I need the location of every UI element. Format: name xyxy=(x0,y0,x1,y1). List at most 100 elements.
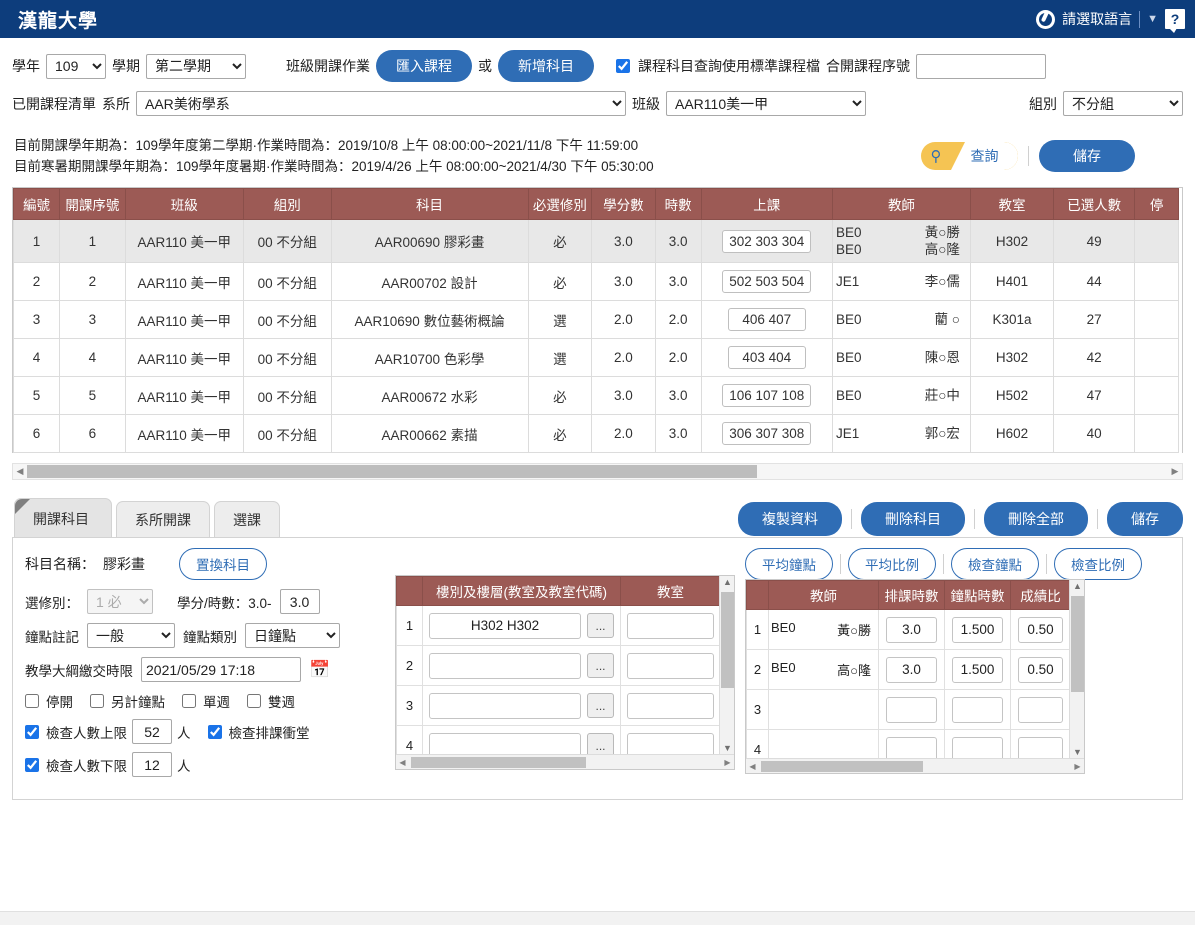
average-ratio-button[interactable]: 平均比例 xyxy=(848,547,936,580)
check-min-checkbox[interactable] xyxy=(25,757,39,772)
table-row[interactable]: 6 6 AAR110 美一甲 00 不分組 AAR00662 素描必 2.0 3.0 306 … xyxy=(13,414,1179,453)
year-select[interactable]: 109 xyxy=(46,53,106,79)
pay-hours-input[interactable] xyxy=(952,736,1003,758)
suspend-checkbox[interactable] xyxy=(25,694,39,708)
room-code-input[interactable] xyxy=(627,652,714,679)
chevron-down-icon[interactable]: ▼ xyxy=(1147,13,1158,25)
time-input[interactable]: 306 307 308 xyxy=(722,422,812,445)
check-ratio-button[interactable]: 檢查比例 xyxy=(1054,547,1142,580)
hour-type-select[interactable]: 日鐘點 xyxy=(245,623,340,648)
building-picker-button[interactable]: ... xyxy=(587,693,614,718)
building-input[interactable] xyxy=(429,692,581,719)
room-table-vscrollbar[interactable]: ▲ ▼ xyxy=(719,576,734,754)
time-input[interactable]: 302 303 304 xyxy=(722,229,812,253)
import-course-button[interactable]: 匯入課程 xyxy=(376,50,472,82)
room-scroll-left-icon[interactable]: ◀ xyxy=(396,758,409,767)
joint-course-seq-input[interactable] xyxy=(916,53,1046,79)
table-row[interactable]: 4 4 AAR110 美一甲 00 不分組 AAR10700 色彩學選 2.0 2.0 403… xyxy=(13,338,1179,377)
cell-time[interactable]: 502 503 504 xyxy=(700,262,833,301)
teacher-hscroll-track[interactable] xyxy=(759,760,1071,772)
teacher-table-hscrollbar[interactable]: ◀ ▶ xyxy=(746,758,1084,773)
room-row[interactable]: 4... xyxy=(396,725,721,754)
room-hscroll-track[interactable] xyxy=(409,756,721,768)
tab-1[interactable]: 開課科目 xyxy=(14,498,112,537)
course-table-hscrollbar[interactable]: ◀ ▶ xyxy=(12,463,1183,480)
room-scroll-right-icon[interactable]: ▶ xyxy=(721,758,734,767)
scroll-right-icon[interactable]: ▶ xyxy=(1168,466,1182,477)
table-row[interactable]: 2 2 AAR110 美一甲 00 不分組 AAR00702 設計必 3.0 3.0 502 … xyxy=(13,262,1179,301)
building-input[interactable] xyxy=(429,732,581,754)
cell-time[interactable]: 302 303 304 xyxy=(700,219,833,263)
dept-select[interactable]: AAR美術學系 xyxy=(136,91,626,116)
cell-time[interactable]: 306 307 308 xyxy=(700,414,833,453)
time-input[interactable]: 106 107 108 xyxy=(722,384,812,407)
hours-input[interactable] xyxy=(279,589,320,614)
teacher-row[interactable]: 1 BE0 黃○勝 3.0 1.500 0.50 xyxy=(746,609,1071,650)
delete-all-button[interactable]: 刪除全部 xyxy=(984,502,1088,536)
check-max-checkbox[interactable] xyxy=(25,724,39,739)
room-scroll-up-icon[interactable]: ▲ xyxy=(720,577,734,587)
room-hscroll-thumb[interactable] xyxy=(411,756,586,768)
teacher-scroll-right-icon[interactable]: ▶ xyxy=(1071,762,1084,771)
hour-note-select[interactable]: 一般 xyxy=(87,623,175,648)
pay-hours-input[interactable] xyxy=(952,696,1003,723)
query-button[interactable]: ⚲ 查詢 xyxy=(921,142,1018,170)
add-subject-button[interactable]: 新增科目 xyxy=(498,50,594,82)
time-input[interactable]: 502 503 504 xyxy=(722,270,812,293)
teacher-vscroll-thumb[interactable] xyxy=(1071,596,1084,692)
room-code-input[interactable] xyxy=(627,692,714,719)
max-students-input[interactable] xyxy=(132,719,172,744)
extra-hours-checkbox[interactable] xyxy=(90,694,104,708)
teacher-scroll-up-icon[interactable]: ▲ xyxy=(1070,581,1084,591)
class-select[interactable]: AAR110美一甲 xyxy=(666,91,866,116)
language-selector-label[interactable]: 請選取語言 xyxy=(1062,9,1132,29)
building-picker-button[interactable]: ... xyxy=(587,653,614,678)
building-input[interactable]: H302 H302 xyxy=(429,612,581,639)
teacher-table-vscrollbar[interactable]: ▲ ▼ xyxy=(1069,580,1084,758)
check-conflict-checkbox[interactable] xyxy=(207,724,222,739)
grade-ratio-input[interactable] xyxy=(1018,736,1063,758)
sched-hours-input[interactable] xyxy=(886,736,937,758)
hscroll-thumb[interactable] xyxy=(27,465,758,478)
replace-subject-button[interactable]: 置換科目 xyxy=(179,548,267,580)
teacher-row[interactable]: 2 BE0 高○隆 3.0 1.500 0.50 xyxy=(746,649,1071,690)
room-row[interactable]: 3... xyxy=(396,685,721,726)
delete-subject-button[interactable]: 刪除科目 xyxy=(861,502,965,536)
even-week-checkbox[interactable] xyxy=(247,694,261,708)
teacher-scroll-down-icon[interactable]: ▼ xyxy=(1070,747,1084,757)
grade-ratio-input[interactable]: 0.50 xyxy=(1018,616,1063,643)
globe-icon[interactable] xyxy=(1036,9,1056,29)
room-scroll-down-icon[interactable]: ▼ xyxy=(720,743,734,753)
check-hours-button[interactable]: 檢查鐘點 xyxy=(951,547,1039,580)
sched-hours-input[interactable] xyxy=(886,696,937,723)
building-picker-button[interactable]: ... xyxy=(587,613,614,638)
teacher-row[interactable]: 3 xyxy=(746,689,1071,730)
odd-week-checkbox[interactable] xyxy=(182,694,196,708)
save-button-panel[interactable]: 儲存 xyxy=(1107,502,1183,536)
pay-hours-input[interactable]: 1.500 xyxy=(952,616,1003,643)
copy-data-button[interactable]: 複製資料 xyxy=(738,502,842,536)
grade-ratio-input[interactable]: 0.50 xyxy=(1018,656,1063,683)
room-row[interactable]: 2... xyxy=(396,645,721,686)
hscroll-track[interactable] xyxy=(27,465,1168,478)
elective-select[interactable]: 1 必 xyxy=(87,589,153,614)
teacher-scroll-left-icon[interactable]: ◀ xyxy=(746,762,759,771)
room-row[interactable]: 1 H302 H302... xyxy=(396,605,721,646)
table-row[interactable]: 3 3 AAR110 美一甲 00 不分組 AAR10690 數位藝術概論選 2.0 2.0… xyxy=(13,300,1179,339)
table-row[interactable]: 1 1 AAR110 美一甲 00 不分組 AAR00690 膠彩畫必 3.0 3.0 302… xyxy=(13,219,1179,263)
term-select[interactable]: 第二學期 xyxy=(146,53,246,79)
help-icon[interactable]: ? xyxy=(1165,9,1185,33)
sched-hours-input[interactable]: 3.0 xyxy=(886,656,937,683)
room-code-input[interactable] xyxy=(627,612,714,639)
tab-3[interactable]: 選課 xyxy=(214,501,280,537)
min-students-input[interactable] xyxy=(132,752,172,777)
scroll-left-icon[interactable]: ◀ xyxy=(13,466,27,477)
standard-course-checkbox[interactable] xyxy=(616,59,630,73)
building-input[interactable] xyxy=(429,652,581,679)
cell-time[interactable]: 403 404 xyxy=(700,338,833,377)
room-table-hscrollbar[interactable]: ◀ ▶ xyxy=(396,754,734,769)
pay-hours-input[interactable]: 1.500 xyxy=(952,656,1003,683)
room-vscroll-thumb[interactable] xyxy=(721,592,734,688)
time-input[interactable]: 406 407 xyxy=(727,308,806,331)
syllabus-deadline-input[interactable] xyxy=(141,657,301,682)
